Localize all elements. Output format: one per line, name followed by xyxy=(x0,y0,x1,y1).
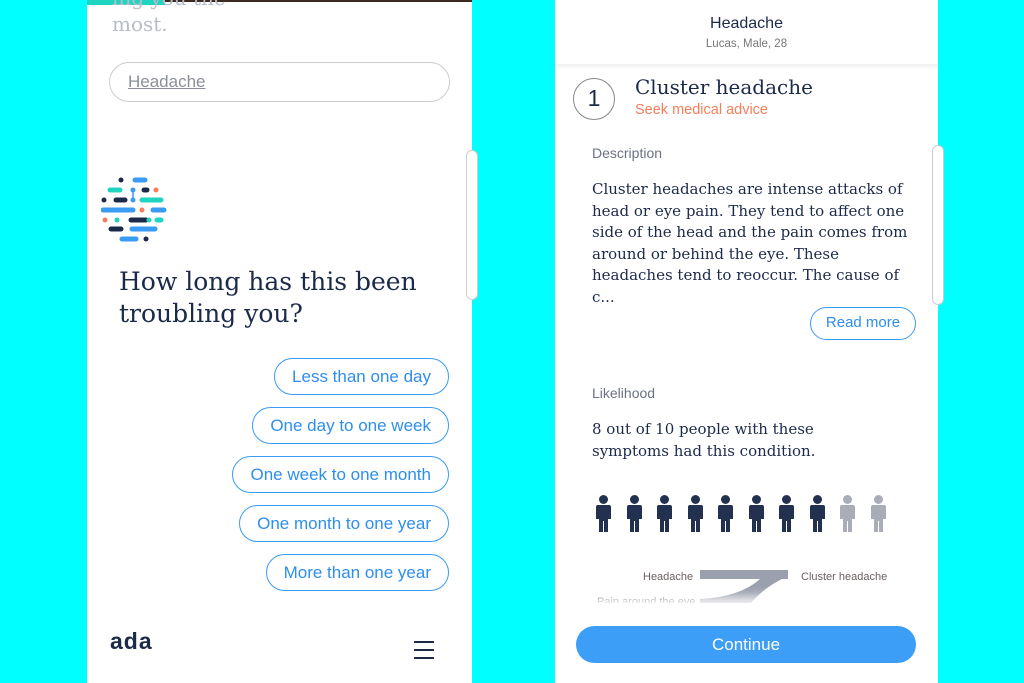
person-icon-affected xyxy=(809,495,826,538)
option-more-than-one-year[interactable]: More than one year xyxy=(265,554,449,591)
description-label: Description xyxy=(592,145,663,161)
header-title: Headache xyxy=(710,15,783,32)
option-one-week-to-one-month[interactable]: One week to one month xyxy=(232,456,449,493)
header-subtitle: Lucas, Male, 28 xyxy=(705,38,788,50)
flow-target-cluster-headache: Cluster headache xyxy=(801,571,888,583)
option-less-than-one-day[interactable]: Less than one day xyxy=(274,358,449,395)
side-card-edge-right xyxy=(932,145,944,305)
read-more-button[interactable]: Read more xyxy=(810,307,916,340)
left-phone-screen: ing you the most. Headache How long has … xyxy=(87,0,472,683)
right-phone-screen: Headache Lucas, Male, 28 1 Cluster heada… xyxy=(555,0,938,683)
previous-question-text-end: most. xyxy=(112,12,168,36)
question-text: How long has this been troubling you? xyxy=(119,267,417,328)
hamburger-menu-icon[interactable] xyxy=(414,641,434,665)
rank-badge: 1 xyxy=(573,78,615,120)
person-icon-affected xyxy=(717,495,734,538)
previous-answer-headache[interactable]: Headache xyxy=(109,62,450,102)
person-icon-affected xyxy=(778,495,795,538)
ada-logo: ada xyxy=(110,628,153,654)
person-icon-unaffected xyxy=(839,495,856,538)
flow-source-headache: Headache xyxy=(643,571,694,583)
person-icon-unaffected xyxy=(870,495,887,538)
description-text: Cluster headaches are intense attacks of… xyxy=(592,180,908,306)
option-one-month-to-one-year[interactable]: One month to one year xyxy=(239,505,449,542)
person-icon-affected xyxy=(656,495,673,538)
likelihood-people-chart xyxy=(595,495,887,538)
person-icon-affected xyxy=(748,495,765,538)
person-icon-affected xyxy=(595,495,612,538)
previous-question-text: ing you the xyxy=(112,0,226,10)
person-icon-affected xyxy=(687,495,704,538)
header-divider xyxy=(555,64,938,70)
likelihood-text: 8 out of 10 people with these symptoms h… xyxy=(592,420,816,460)
side-card-edge xyxy=(466,150,478,300)
likelihood-label: Likelihood xyxy=(592,385,656,401)
condition-title: Cluster headache xyxy=(635,75,813,99)
option-one-day-to-one-week[interactable]: One day to one week xyxy=(252,407,449,444)
continue-button[interactable]: Continue xyxy=(576,626,916,663)
person-icon-affected xyxy=(626,495,643,538)
ada-avatar-icon xyxy=(100,175,167,250)
advice-label: Seek medical advice xyxy=(635,102,768,118)
